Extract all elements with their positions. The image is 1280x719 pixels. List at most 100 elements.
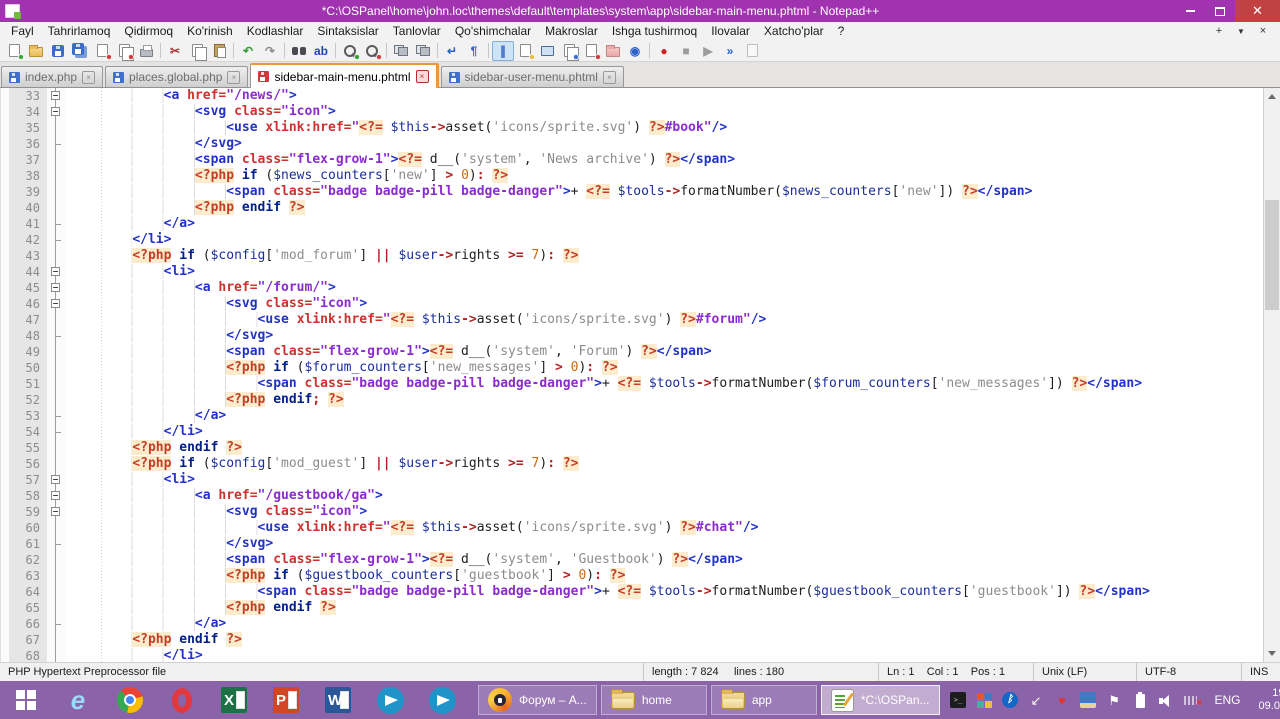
code-text[interactable]: <?php if ($config['mod_guest'] || $user-… — [65, 456, 1263, 472]
bookmark-margin[interactable] — [1, 648, 9, 662]
bookmark-margin[interactable] — [1, 536, 9, 552]
sync-vertical-scroll-button[interactable] — [390, 41, 412, 61]
code-text[interactable]: <span class="flex-grow-1"><?= d__('syste… — [65, 552, 1263, 568]
menubar-item-10[interactable]: Ilovalar — [704, 23, 757, 39]
fold-collapse-icon[interactable] — [51, 91, 60, 100]
fold-margin[interactable] — [47, 312, 65, 328]
bookmark-margin[interactable] — [1, 568, 9, 584]
code-text[interactable]: <svg class="icon"> — [65, 104, 1263, 120]
zoom-in-button[interactable] — [339, 41, 361, 61]
telegram-button[interactable] — [364, 681, 416, 719]
sync-horizontal-scroll-button[interactable] — [412, 41, 434, 61]
bookmark-margin[interactable] — [1, 504, 9, 520]
opera-button[interactable] — [156, 681, 208, 719]
bookmark-margin[interactable] — [1, 456, 9, 472]
tab-sidebar-user-menu.phtml[interactable]: sidebar-user-menu.phtml× — [441, 66, 624, 87]
fold-margin[interactable] — [47, 232, 65, 248]
task-folder-app[interactable]: app — [711, 685, 817, 715]
fold-margin[interactable] — [47, 328, 65, 344]
bookmark-margin[interactable] — [1, 520, 9, 536]
bookmark-margin[interactable] — [1, 312, 9, 328]
new-file-button[interactable] — [3, 41, 25, 61]
code-text[interactable]: <a href="/forum/"> — [65, 280, 1263, 296]
fold-margin[interactable] — [47, 392, 65, 408]
code-text[interactable]: <li> — [65, 472, 1263, 488]
volume-tray-icon[interactable] — [1158, 692, 1175, 709]
osp-tray-icon[interactable] — [976, 692, 993, 709]
bookmark-margin[interactable] — [1, 344, 9, 360]
cut-button[interactable]: ✂ — [164, 41, 186, 61]
fold-margin[interactable] — [47, 120, 65, 136]
language-indicator[interactable]: ENG — [1210, 693, 1246, 707]
code-text[interactable]: <span class="flex-grow-1"><?= d__('syste… — [65, 344, 1263, 360]
save-button[interactable] — [47, 41, 69, 61]
task-notepadpp[interactable]: *C:\OSPan... — [821, 685, 940, 715]
fold-collapse-icon[interactable] — [51, 267, 60, 276]
code-text[interactable]: <?php endif ?> — [65, 600, 1263, 616]
code-text[interactable]: <svg class="icon"> — [65, 296, 1263, 312]
code-area[interactable]: 33 <a href="/news/">34 <svg class="icon"… — [1, 88, 1263, 662]
function-list-button[interactable] — [514, 41, 536, 61]
folder-as-workspace-button[interactable] — [602, 41, 624, 61]
bookmark-margin[interactable] — [1, 488, 9, 504]
bluetooth-tray-icon[interactable]: ᛒ — [1002, 692, 1019, 709]
fold-margin[interactable] — [47, 584, 65, 600]
chrome-button[interactable] — [104, 681, 156, 719]
fold-margin[interactable] — [47, 376, 65, 392]
fold-margin[interactable] — [47, 296, 65, 312]
close-button[interactable]: ✕ — [1235, 0, 1280, 22]
menubar-item-12[interactable]: ? — [831, 23, 852, 39]
bookmark-margin[interactable] — [1, 552, 9, 568]
code-text[interactable]: <a href="/news/"> — [65, 88, 1263, 104]
network-tray-icon[interactable] — [1184, 692, 1201, 709]
task-forum-browser[interactable]: Форум – A... — [478, 685, 597, 715]
bookmark-margin[interactable] — [1, 216, 9, 232]
bookmark-margin[interactable] — [1, 376, 9, 392]
fold-margin[interactable] — [47, 200, 65, 216]
code-text[interactable]: <?php if ($guestbook_counters['guestbook… — [65, 568, 1263, 584]
bookmark-margin[interactable] — [1, 328, 9, 344]
bookmark-margin[interactable] — [1, 184, 9, 200]
bookmark-margin[interactable] — [1, 392, 9, 408]
find-button[interactable] — [288, 41, 310, 61]
fold-margin[interactable] — [47, 104, 65, 120]
action-center-flag-icon[interactable]: ⚑ — [1106, 692, 1123, 709]
code-text[interactable]: <?php endif ?> — [65, 200, 1263, 216]
task-folder-home[interactable]: home — [601, 685, 707, 715]
fold-margin[interactable] — [47, 504, 65, 520]
code-text[interactable]: <?php endif ?> — [65, 440, 1263, 456]
clock[interactable]: 19:40 09.09.2024 — [1255, 687, 1280, 713]
tab-close-icon[interactable]: × — [416, 70, 429, 83]
fold-margin[interactable] — [47, 360, 65, 376]
menubar-item-6[interactable]: Tanlovlar — [386, 23, 448, 39]
document-map-button[interactable] — [558, 41, 580, 61]
code-text[interactable]: </svg> — [65, 136, 1263, 152]
fold-margin[interactable] — [47, 600, 65, 616]
code-text[interactable]: </li> — [65, 648, 1263, 662]
fold-collapse-icon[interactable] — [51, 475, 60, 484]
bookmark-margin[interactable] — [1, 248, 9, 264]
fold-margin[interactable] — [47, 344, 65, 360]
fold-margin[interactable] — [47, 136, 65, 152]
fold-margin[interactable] — [47, 552, 65, 568]
code-text[interactable]: <?php endif ?> — [65, 632, 1263, 648]
code-text[interactable]: <?php endif; ?> — [65, 392, 1263, 408]
menubar-item-5[interactable]: Sintaksislar — [310, 23, 385, 39]
code-text[interactable]: </li> — [65, 424, 1263, 440]
code-text[interactable]: <span class="badge badge-pill badge-dang… — [65, 584, 1263, 600]
function-completion-button[interactable] — [580, 41, 602, 61]
bookmark-margin[interactable] — [1, 88, 9, 104]
tab-sidebar-main-menu.phtml[interactable]: sidebar-main-menu.phtml× — [250, 63, 438, 88]
statusbar-encoding[interactable]: UTF-8 — [1137, 663, 1242, 681]
tab-index.php[interactable]: index.php× — [1, 66, 103, 87]
bookmark-margin[interactable] — [1, 280, 9, 296]
maximize-button[interactable] — [1205, 0, 1235, 22]
fold-margin[interactable] — [47, 424, 65, 440]
bookmark-margin[interactable] — [1, 120, 9, 136]
fold-margin[interactable] — [47, 536, 65, 552]
bookmark-margin[interactable] — [1, 232, 9, 248]
fold-margin[interactable] — [47, 648, 65, 662]
code-text[interactable]: <use xlink:href="<?= $this->asset('icons… — [65, 312, 1263, 328]
close-all-button[interactable] — [113, 41, 135, 61]
fold-margin[interactable] — [47, 632, 65, 648]
